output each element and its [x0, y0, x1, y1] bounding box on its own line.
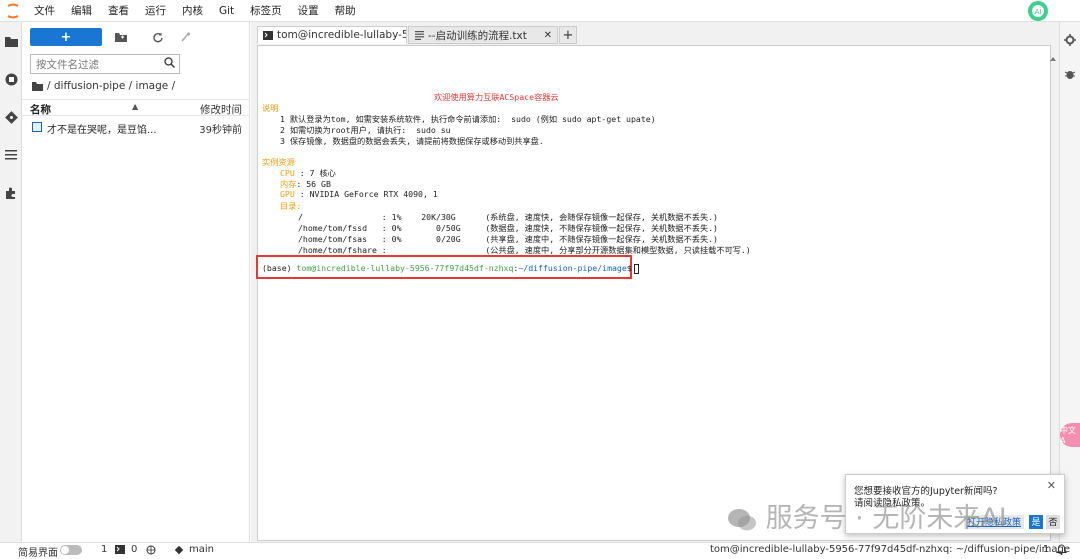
upload-arrow-icon[interactable]	[122, 28, 136, 46]
breadcrumb-path[interactable]: / diffusion-pipe / image /	[47, 80, 175, 92]
menu-edit[interactable]: 编辑	[63, 3, 100, 18]
terminal-line: 3 保存镜像, 数据盘的数据会丢失, 请提前将数据保存或移动到共享盘.	[280, 136, 544, 146]
toc-icon[interactable]	[0, 136, 22, 174]
terminal-cursor	[633, 263, 639, 274]
git-branch-icon	[174, 545, 184, 558]
menu-git[interactable]: Git	[211, 5, 242, 17]
git-clone-icon[interactable]	[178, 28, 192, 46]
menu-bar: 文件 编辑 查看 运行 内核 Git 标签页 设置 帮助	[0, 0, 1080, 22]
refresh-icon[interactable]	[150, 28, 164, 46]
terminal-status-icon	[115, 545, 125, 557]
prompt-end: $	[626, 263, 632, 273]
tab-text-file[interactable]: --启动训练的流程.txt ✕	[408, 26, 558, 44]
folder-icon[interactable]	[0, 22, 22, 60]
mem-value: : 56 GB	[296, 179, 331, 189]
terminal-welcome: 欢迎使用算力互联ACSpace容器云	[434, 92, 559, 102]
terminal-gpu: GPU : NVIDIA GeForce RTX 4090, 1	[280, 189, 438, 199]
dir-label: 目录	[280, 201, 297, 211]
status-path: tom@incredible-lullaby-5956-77f97d45df-n…	[710, 544, 1071, 555]
tab-bar: tom@incredible-lullaby-59 ✕ --启动训练的流程.tx…	[257, 26, 578, 44]
gpu-value: : NVIDIA GeForce RTX 4090, 1	[294, 189, 438, 199]
close-icon[interactable]: ✕	[1047, 479, 1056, 492]
activity-bar	[0, 22, 22, 542]
tab-terminal-label: tom@incredible-lullaby-59	[277, 29, 407, 41]
translate-badge[interactable]: 中文A	[1060, 423, 1080, 447]
filter-placeholder: 按文件名过滤	[36, 58, 99, 71]
kernel-icon	[146, 545, 156, 558]
folder-icon	[32, 81, 43, 91]
terminal-count[interactable]: 0	[131, 544, 137, 555]
close-icon[interactable]: ✕	[544, 30, 552, 41]
image-file-icon	[32, 122, 42, 132]
file-list-header: 名称 ▲ 修改时间	[22, 99, 250, 116]
file-browser: + 按文件名过滤 / diffusion-pipe / image / 名称 ▲…	[22, 22, 250, 542]
menu-help[interactable]: 帮助	[327, 3, 364, 18]
menu-tabs[interactable]: 标签页	[242, 3, 290, 18]
wechat-icon	[727, 507, 757, 533]
file-list-item[interactable]: 才不是在哭呢，是豆馅... 39秒钟前	[22, 119, 250, 136]
no-button[interactable]: 否	[1046, 515, 1060, 529]
sort-up-icon[interactable]: ▲	[132, 102, 138, 111]
notification-count[interactable]: 1	[1043, 544, 1049, 555]
simple-mode-label: 简易界面	[18, 548, 58, 559]
gpu-label: GPU	[280, 189, 295, 199]
menu-kernel[interactable]: 内核	[174, 3, 211, 18]
debugger-icon[interactable]	[1064, 68, 1076, 83]
column-modified[interactable]: 修改时间	[200, 102, 242, 117]
terminal-section-notes: 说明	[262, 103, 279, 113]
breadcrumb[interactable]: / diffusion-pipe / image /	[32, 80, 175, 92]
menu-file[interactable]: 文件	[26, 3, 63, 18]
search-icon	[164, 57, 175, 71]
kernel-count[interactable]: 1	[101, 544, 107, 555]
simple-mode-toggle[interactable]	[60, 545, 82, 555]
tab-text-file-label: --启动训练的流程.txt	[428, 29, 527, 42]
git-icon[interactable]	[0, 98, 22, 136]
running-icon[interactable]	[0, 60, 22, 98]
prompt-env: (base)	[262, 263, 297, 273]
terminal-scrollbar[interactable]	[1048, 54, 1058, 540]
column-name[interactable]: 名称	[30, 102, 51, 117]
file-modified: 39秒钟前	[199, 125, 242, 136]
new-launcher-button[interactable]: +	[30, 28, 102, 46]
cpu-value: : 7 核心	[294, 168, 336, 178]
main-area: tom@incredible-lullaby-59 ✕ --启动训练的流程.tx…	[251, 22, 1059, 542]
watermark-text: 服务号 · 无阶未来AI	[765, 503, 1007, 534]
menu-view[interactable]: 查看	[100, 3, 137, 18]
git-branch[interactable]: main	[189, 544, 214, 555]
cpu-label: CPU	[280, 168, 295, 178]
add-tab-button[interactable]: +	[559, 26, 577, 44]
prompt-path: ~/diffusion-pipe/image	[518, 263, 627, 273]
status-bar: 简易界面 1 0 main tom@incredible-lullaby-595…	[0, 542, 1080, 559]
menu-settings[interactable]: 设置	[290, 3, 327, 18]
watermark: 服务号 · 无阶未来AI	[727, 496, 1007, 535]
right-sidebar	[1059, 22, 1080, 542]
menu-run[interactable]: 运行	[137, 3, 174, 18]
dir-colon: :	[296, 201, 302, 211]
prompt-host: tom@incredible-lullaby-5956-77f97d45df-n…	[296, 263, 514, 273]
yes-button[interactable]: 是	[1029, 515, 1043, 529]
jupyter-logo-icon	[0, 0, 26, 22]
terminal-prompt[interactable]: (base) tom@incredible-lullaby-5956-77f97…	[262, 263, 639, 274]
extension-icon[interactable]	[0, 174, 22, 212]
mem-label: 内存	[280, 179, 297, 189]
file-name[interactable]: 才不是在哭呢，是豆馅...	[47, 121, 157, 136]
filename-filter-input[interactable]: 按文件名过滤	[30, 54, 180, 74]
terminal-icon	[263, 30, 273, 40]
user-avatar[interactable]: AI	[1021, 0, 1055, 22]
tab-terminal[interactable]: tom@incredible-lullaby-59 ✕	[257, 26, 407, 44]
text-file-icon	[414, 30, 424, 40]
svg-text:AI: AI	[1035, 8, 1042, 16]
property-inspector-icon[interactable]	[1064, 34, 1076, 49]
terminal[interactable]: 欢迎使用算力互联ACSpace容器云 说明 1 默认登录为tom, 如需安装系统…	[256, 45, 1051, 541]
